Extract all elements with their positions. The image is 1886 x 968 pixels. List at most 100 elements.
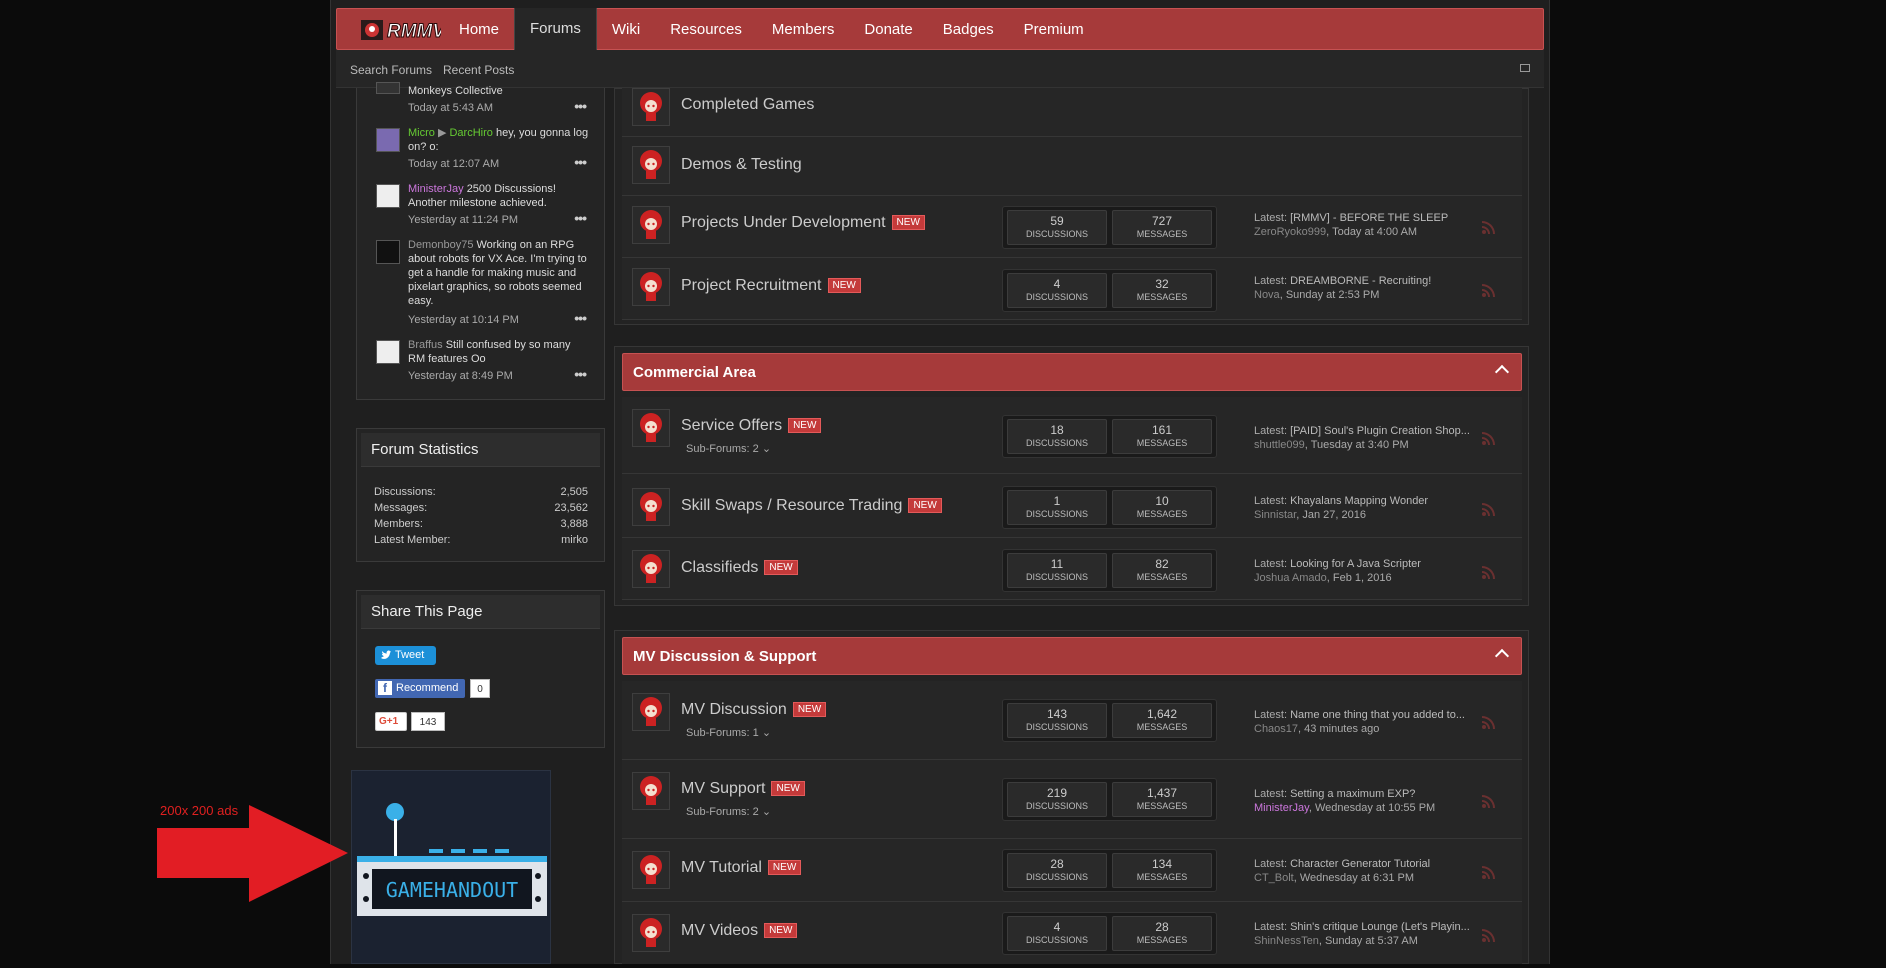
nav-forums[interactable]: Forums	[514, 8, 597, 52]
facebook-recommend-button[interactable]: f Recommend	[375, 679, 465, 698]
latest-thread-link[interactable]: Setting a maximum EXP?	[1290, 788, 1415, 800]
forum-icon	[632, 772, 670, 810]
latest-member-link[interactable]: mirko	[561, 534, 588, 546]
more-options-icon[interactable]: •••	[574, 310, 587, 326]
post-time[interactable]: Yesterday at 8:49 PM	[408, 370, 513, 382]
image-toggle-icon[interactable]	[1520, 64, 1530, 72]
nav-resources[interactable]: Resources	[655, 9, 757, 51]
latest-author-link[interactable]: Joshua Amado	[1254, 572, 1327, 584]
rss-feed-icon[interactable]	[1482, 794, 1496, 808]
latest-author-link[interactable]: ZeroRyoko999	[1254, 226, 1326, 238]
collapse-chevron-icon[interactable]	[1494, 364, 1510, 380]
category-header-mv[interactable]: MV Discussion & Support	[622, 637, 1522, 675]
latest-thread-link[interactable]: Name one thing that you added to...	[1290, 709, 1465, 721]
latest-author-link[interactable]: CT_Bolt	[1254, 872, 1294, 884]
latest-time[interactable]: Wednesday at 6:31 PM	[1300, 872, 1414, 884]
post-time[interactable]: Yesterday at 11:24 PM	[408, 214, 518, 226]
nav-donate[interactable]: Donate	[849, 9, 927, 51]
forum-title[interactable]: Service Offers	[681, 417, 782, 434]
latest-time[interactable]: Feb 1, 2016	[1333, 572, 1392, 584]
rss-feed-icon[interactable]	[1482, 865, 1496, 879]
avatar[interactable]	[376, 184, 400, 208]
forum-title[interactable]: Projects Under Development	[681, 214, 886, 231]
latest-time[interactable]: 43 minutes ago	[1304, 723, 1379, 735]
forum-title[interactable]: MV Tutorial	[681, 859, 762, 876]
latest-post-meta: ShinNessTen, Sunday at 5:37 AM	[1254, 935, 1418, 947]
collapse-chevron-icon[interactable]	[1494, 648, 1510, 664]
forum-title[interactable]: Classifieds	[681, 559, 758, 576]
recent-posts-link[interactable]: Recent Posts	[443, 63, 514, 77]
discussions-value: 4	[1053, 920, 1061, 934]
post-target-username[interactable]: DarcHiro	[449, 127, 492, 139]
discussions-count: 143 DISCUSSIONS	[1007, 703, 1107, 738]
latest-author-link[interactable]: Sinnistar	[1254, 509, 1296, 521]
rss-feed-icon[interactable]	[1482, 715, 1496, 729]
avatar[interactable]	[376, 340, 400, 364]
latest-author-link[interactable]: Chaos17	[1254, 723, 1298, 735]
forum-title[interactable]: MV Support	[681, 780, 765, 797]
rss-feed-icon[interactable]	[1482, 220, 1496, 234]
post-username[interactable]: MinisterJay	[408, 183, 464, 195]
sidebar-ad[interactable]: GAMEHANDOUT	[351, 770, 551, 964]
forum-row: Demos & Testing	[622, 137, 1522, 196]
rss-feed-icon[interactable]	[1482, 431, 1496, 445]
latest-author-link[interactable]: shuttle099	[1254, 439, 1305, 451]
avatar[interactable]	[376, 240, 400, 264]
forum-title[interactable]: Skill Swaps / Resource Trading	[681, 497, 902, 514]
avatar[interactable]	[376, 82, 400, 94]
latest-thread-link[interactable]: Looking for A Java Scripter	[1290, 558, 1421, 570]
forum-title[interactable]: Demos & Testing	[681, 156, 802, 174]
google-plus-button[interactable]: G+1	[375, 712, 407, 731]
category-header-commercial[interactable]: Commercial Area	[622, 353, 1522, 391]
latest-time[interactable]: Jan 27, 2016	[1302, 509, 1366, 521]
more-options-icon[interactable]: •••	[574, 98, 587, 114]
nav-badges[interactable]: Badges	[928, 9, 1009, 51]
latest-time[interactable]: Tuesday at 3:40 PM	[1311, 439, 1409, 451]
stat-row: Members: 3,888	[374, 518, 588, 530]
avatar[interactable]	[376, 128, 400, 152]
subforums-toggle[interactable]: Sub-Forums: 2 ⌄	[686, 442, 771, 455]
latest-thread-link[interactable]: [PAID] Soul's Plugin Creation Shop...	[1290, 425, 1470, 437]
more-options-icon[interactable]: •••	[574, 154, 587, 170]
latest-thread-link[interactable]: Shin's critique Lounge (Let's Playin...	[1290, 921, 1470, 933]
search-forums-link[interactable]: Search Forums	[350, 63, 432, 77]
more-options-icon[interactable]: •••	[574, 210, 587, 226]
forum-title[interactable]: Completed Games	[681, 96, 814, 114]
post-time[interactable]: Yesterday at 10:14 PM	[408, 314, 519, 326]
forum-title[interactable]: Project Recruitment	[681, 277, 822, 294]
post-time[interactable]: Today at 5:43 AM	[408, 102, 493, 114]
latest-thread-link[interactable]: DREAMBORNE - Recruiting!	[1290, 275, 1431, 287]
stat-label: Discussions:	[374, 486, 436, 498]
site-logo[interactable]: RMMV	[361, 18, 447, 43]
latest-time[interactable]: Sunday at 2:53 PM	[1286, 289, 1380, 301]
latest-thread-link[interactable]: Khayalans Mapping Wonder	[1290, 495, 1428, 507]
subforums-toggle[interactable]: Sub-Forums: 2 ⌄	[686, 805, 771, 818]
new-badge: NEW	[771, 781, 805, 797]
rss-feed-icon[interactable]	[1482, 502, 1496, 516]
nav-wiki[interactable]: Wiki	[597, 9, 655, 51]
rss-feed-icon[interactable]	[1482, 928, 1496, 942]
tweet-button[interactable]: Tweet	[375, 646, 436, 665]
latest-thread-link[interactable]: Character Generator Tutorial	[1290, 858, 1430, 870]
post-username[interactable]: Braffus	[408, 339, 443, 351]
nav-premium[interactable]: Premium	[1009, 9, 1099, 51]
post-time[interactable]: Today at 12:07 AM	[408, 158, 499, 170]
nav-members[interactable]: Members	[757, 9, 850, 51]
latest-time[interactable]: Sunday at 5:37 AM	[1325, 935, 1418, 947]
latest-time[interactable]: Wednesday at 10:55 PM	[1315, 802, 1435, 814]
rss-feed-icon[interactable]	[1482, 283, 1496, 297]
nav-home[interactable]: Home	[444, 9, 514, 51]
post-username[interactable]: Micro	[408, 127, 435, 139]
latest-thread-link[interactable]: [RMMV] - BEFORE THE SLEEP	[1290, 212, 1448, 224]
latest-post-meta: Nova, Sunday at 2:53 PM	[1254, 289, 1380, 301]
latest-author-link[interactable]: MinisterJay	[1254, 802, 1309, 814]
subforums-toggle[interactable]: Sub-Forums: 1 ⌄	[686, 726, 771, 739]
rss-feed-icon[interactable]	[1482, 565, 1496, 579]
forum-title[interactable]: MV Videos	[681, 922, 758, 939]
latest-time[interactable]: Today at 4:00 AM	[1332, 226, 1417, 238]
forum-title[interactable]: MV Discussion	[681, 701, 787, 718]
more-options-icon[interactable]: •••	[574, 366, 587, 382]
latest-author-link[interactable]: Nova	[1254, 289, 1280, 301]
latest-author-link[interactable]: ShinNessTen	[1254, 935, 1319, 947]
post-username[interactable]: Demonboy75	[408, 239, 473, 251]
